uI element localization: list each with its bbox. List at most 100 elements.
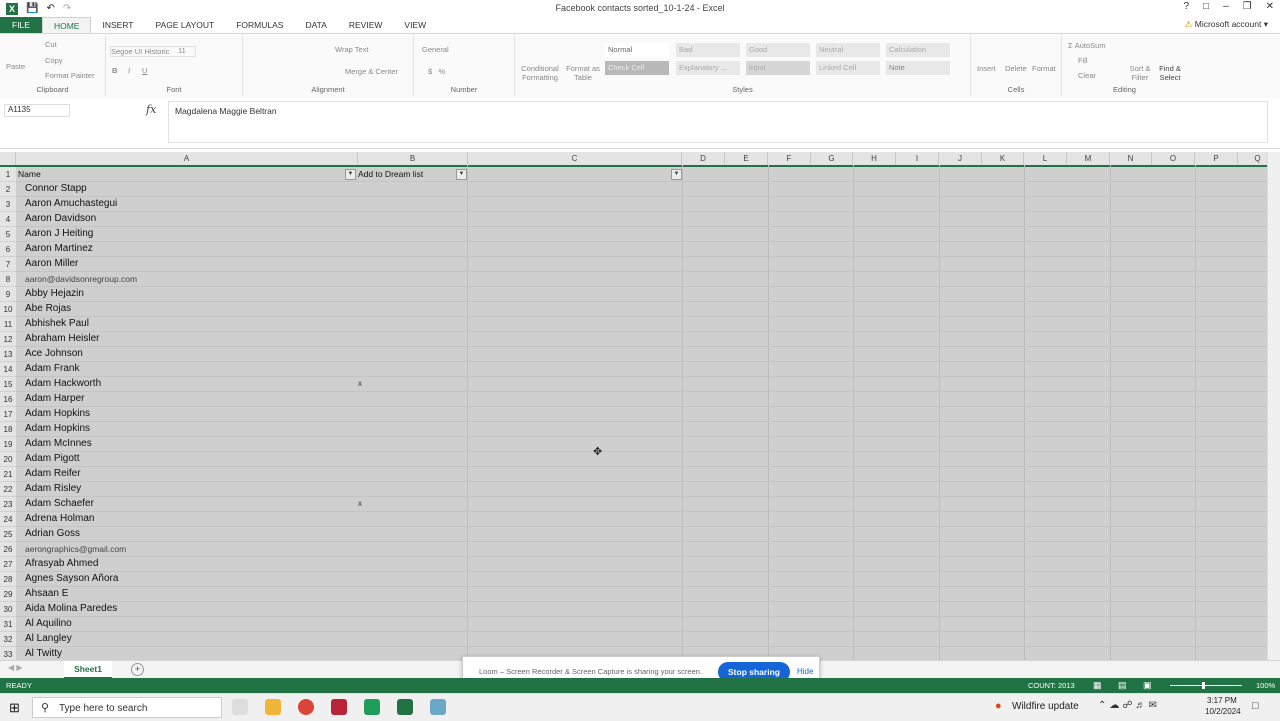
name-cell[interactable]: Aaron Davidson bbox=[25, 212, 96, 226]
insert-function-icon[interactable]: fx bbox=[146, 103, 156, 116]
taskbar-search-input[interactable]: ⚲ Type here to search bbox=[32, 697, 222, 718]
close-button[interactable]: ✕ bbox=[1266, 1, 1274, 12]
column-header-k[interactable]: K bbox=[982, 152, 1024, 165]
sheet-tab[interactable]: Sheet1 bbox=[64, 661, 112, 679]
account-menu[interactable]: ⚠ Microsoft account ▾ bbox=[1185, 19, 1268, 30]
column-header-o[interactable]: O bbox=[1152, 152, 1195, 165]
row-header[interactable]: 27 bbox=[0, 557, 16, 572]
row-header[interactable]: 29 bbox=[0, 587, 16, 602]
name-cell[interactable]: Abraham Heisler bbox=[25, 332, 99, 346]
clock-time[interactable]: 3:17 PM bbox=[1207, 696, 1237, 705]
name-cell[interactable]: Al Aquilino bbox=[25, 617, 72, 631]
column-header-l[interactable]: L bbox=[1024, 152, 1067, 165]
tab-page-layout[interactable]: PAGE LAYOUT bbox=[144, 17, 225, 33]
copy-button[interactable]: Copy bbox=[45, 56, 63, 65]
format-painter-button[interactable]: Format Painter bbox=[45, 71, 95, 80]
name-cell[interactable]: Adam Harper bbox=[25, 392, 84, 406]
name-column-header[interactable]: Name bbox=[18, 167, 41, 181]
name-cell[interactable]: Adam Schaefer bbox=[25, 497, 94, 511]
column-header-h[interactable]: H bbox=[853, 152, 896, 165]
column-header-d[interactable]: D bbox=[682, 152, 725, 165]
currency-button[interactable]: $ % bbox=[428, 67, 445, 76]
row-header[interactable]: 31 bbox=[0, 617, 16, 632]
column-header-f[interactable]: F bbox=[768, 152, 811, 165]
row-header[interactable]: 6 bbox=[0, 242, 16, 257]
page-layout-view-icon[interactable]: ▤ bbox=[1118, 680, 1127, 691]
bold-button[interactable]: B bbox=[112, 66, 117, 75]
clock-date[interactable]: 10/2/2024 bbox=[1205, 707, 1241, 716]
style-explanatory[interactable]: Explanatory ... bbox=[676, 61, 740, 75]
tab-formulas[interactable]: FORMULAS bbox=[225, 17, 294, 33]
vertical-scrollbar[interactable] bbox=[1267, 152, 1280, 660]
paste-button[interactable]: Paste bbox=[6, 62, 25, 71]
filter-dropdown-icon[interactable]: ▼ bbox=[345, 169, 356, 180]
worksheet-grid[interactable]: A B C D E F G H I J K L M N O P Q 1 Name… bbox=[0, 152, 1280, 660]
select-all-corner[interactable] bbox=[0, 152, 16, 165]
row-header[interactable]: 15 bbox=[0, 377, 16, 392]
clear-button[interactable]: Clear bbox=[1078, 71, 1096, 80]
style-good[interactable]: Good bbox=[746, 43, 810, 57]
row-header[interactable]: 13 bbox=[0, 347, 16, 362]
row-header[interactable]: 25 bbox=[0, 527, 16, 542]
zoom-level[interactable]: 100% bbox=[1256, 681, 1275, 690]
underline-button[interactable]: U bbox=[142, 66, 147, 75]
name-cell[interactable]: Adam Risley bbox=[25, 482, 81, 496]
file-explorer-icon[interactable] bbox=[265, 699, 281, 715]
name-cell[interactable]: Ace Johnson bbox=[25, 347, 83, 361]
row-header[interactable]: 23 bbox=[0, 497, 16, 512]
insert-cells-button[interactable]: Insert bbox=[977, 64, 996, 73]
sheet-nav-icon[interactable]: ◀ ▶ bbox=[8, 663, 23, 672]
help-icon[interactable]: ? bbox=[1183, 1, 1189, 12]
row-header[interactable]: 21 bbox=[0, 467, 16, 482]
row-header[interactable]: 20 bbox=[0, 452, 16, 467]
save-icon[interactable]: 💾 bbox=[26, 3, 38, 14]
style-input[interactable]: Input bbox=[746, 61, 810, 75]
column-header-c[interactable]: C bbox=[468, 152, 682, 165]
name-cell[interactable]: Ahsaan E bbox=[25, 587, 68, 601]
redo-icon[interactable]: ↷ bbox=[63, 3, 71, 14]
name-cell[interactable]: Adam Hopkins bbox=[25, 422, 90, 436]
row-header[interactable]: 8 bbox=[0, 272, 16, 287]
row-header[interactable]: 2 bbox=[0, 182, 16, 197]
name-cell[interactable]: Abe Rojas bbox=[25, 302, 71, 316]
tab-file[interactable]: FILE bbox=[0, 17, 42, 33]
row-header[interactable]: 11 bbox=[0, 317, 16, 332]
row-header[interactable]: 16 bbox=[0, 392, 16, 407]
name-cell[interactable]: Adrena Holman bbox=[25, 512, 94, 526]
name-cell[interactable]: Adam Pigott bbox=[25, 452, 79, 466]
tab-home[interactable]: HOME bbox=[41, 16, 92, 34]
style-normal[interactable]: Normal bbox=[605, 43, 669, 57]
row-header[interactable]: 10 bbox=[0, 302, 16, 317]
minimize-button[interactable]: – bbox=[1223, 1, 1229, 12]
format-cells-button[interactable]: Format bbox=[1032, 64, 1056, 73]
name-cell[interactable]: Aaron Martinez bbox=[25, 242, 93, 256]
name-cell[interactable]: Aaron Miller bbox=[25, 257, 78, 271]
column-header-m[interactable]: M bbox=[1067, 152, 1110, 165]
row-header[interactable]: 12 bbox=[0, 332, 16, 347]
acrobat-icon[interactable] bbox=[331, 699, 347, 715]
normal-view-icon[interactable]: ▦ bbox=[1093, 680, 1102, 691]
italic-button[interactable]: I bbox=[128, 66, 130, 75]
ribbon-display-icon[interactable]: □ bbox=[1203, 1, 1209, 12]
column-header-j[interactable]: J bbox=[939, 152, 982, 165]
filter-dropdown-icon[interactable]: ▼ bbox=[456, 169, 467, 180]
delete-cells-button[interactable]: Delete bbox=[1005, 64, 1027, 73]
app-icon[interactable] bbox=[430, 699, 446, 715]
name-cell[interactable]: Adam Reifer bbox=[25, 467, 81, 481]
style-linked-cell[interactable]: Linked Cell bbox=[816, 61, 880, 75]
fill-button[interactable]: Fill bbox=[1078, 56, 1088, 65]
font-size-select[interactable]: 11 bbox=[178, 46, 186, 55]
name-cell[interactable]: Afrasyab Ahmed bbox=[25, 557, 98, 571]
name-cell[interactable]: Connor Stapp bbox=[25, 182, 87, 196]
number-format-select[interactable]: General bbox=[422, 45, 449, 54]
row-header[interactable]: 33 bbox=[0, 647, 16, 660]
name-cell[interactable]: Adam Hopkins bbox=[25, 407, 90, 421]
name-cell[interactable]: Aaron Amuchastegui bbox=[25, 197, 117, 211]
style-calculation[interactable]: Calculation bbox=[886, 43, 950, 57]
merge-center-button[interactable]: Merge & Center bbox=[345, 67, 398, 76]
style-note[interactable]: Note bbox=[886, 61, 950, 75]
style-bad[interactable]: Bad bbox=[676, 43, 740, 57]
row-header[interactable]: 14 bbox=[0, 362, 16, 377]
name-cell[interactable]: Abhishek Paul bbox=[25, 317, 89, 331]
dream-list-cell[interactable]: x bbox=[358, 377, 362, 391]
